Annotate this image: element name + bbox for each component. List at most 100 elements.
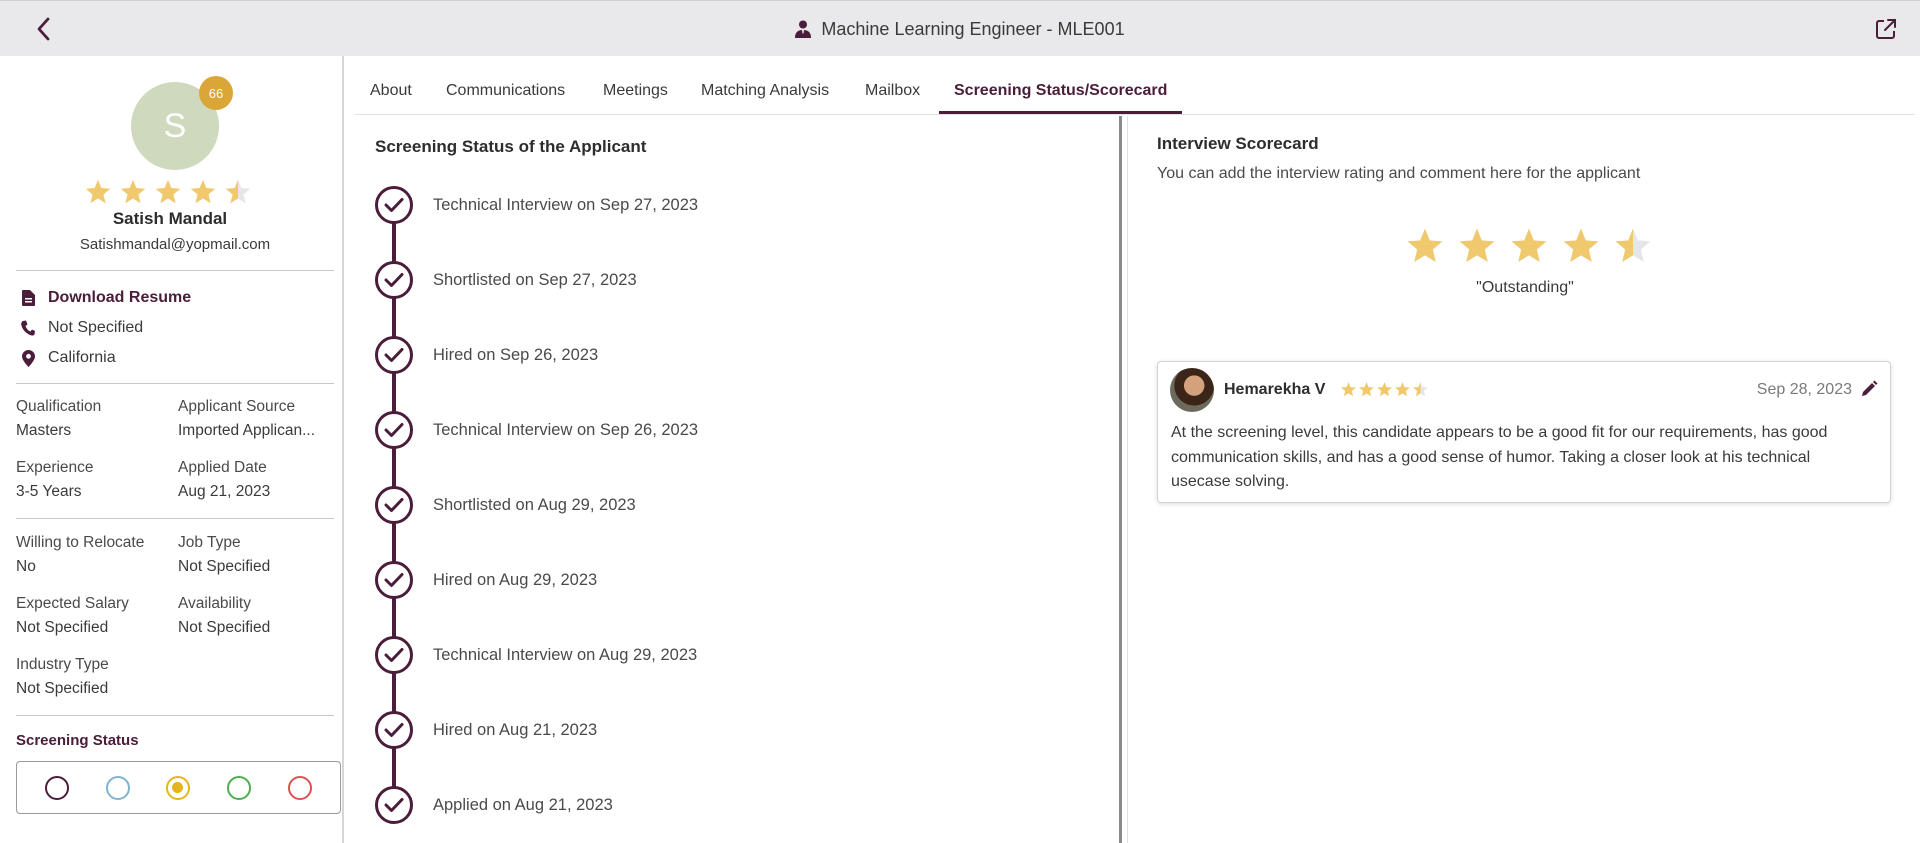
star-icon	[1359, 382, 1374, 397]
timeline-item: Hired on Sep 26, 2023	[375, 336, 598, 374]
divider	[16, 383, 334, 384]
applicant-source-field: Applicant Source Imported Applican...	[178, 398, 338, 440]
expected-salary-label: Expected Salary	[16, 595, 129, 612]
header-title-group: Machine Learning Engineer - MLE001	[0, 1, 1920, 57]
timeline-title: Screening Status of the Applicant	[375, 137, 647, 156]
timeline-item-label: Hired on Aug 21, 2023	[433, 720, 598, 739]
reviewer-avatar	[1170, 368, 1214, 412]
experience-value: 3-5 Years	[16, 483, 82, 500]
availability-field: Availability Not Specified	[178, 595, 270, 637]
star-icon	[1395, 382, 1410, 397]
review-card: Hemarekha V Sep 28, 2023 At the screenin…	[1157, 361, 1891, 503]
industry-type-field: Industry Type Not Specified	[16, 656, 109, 698]
star-icon	[1413, 382, 1428, 397]
status-option[interactable]	[166, 775, 191, 800]
applied-date-field: Applied Date Aug 21, 2023	[178, 459, 270, 501]
relocate-value: No	[16, 558, 36, 575]
timeline-item: Technical Interview on Sep 26, 2023	[375, 411, 698, 449]
availability-value: Not Specified	[178, 619, 271, 636]
job-type-value: Not Specified	[178, 558, 271, 575]
phone-icon	[20, 319, 36, 337]
star-icon[interactable]	[1405, 226, 1445, 266]
tab-matching-analysis[interactable]: Matching Analysis	[701, 56, 829, 115]
scorecard-rating-input[interactable]	[1405, 226, 1653, 266]
check-circle-icon	[375, 336, 413, 374]
star-icon[interactable]	[1509, 226, 1549, 266]
rating-label: "Outstanding"	[1476, 279, 1574, 296]
open-external-button[interactable]	[1874, 17, 1898, 41]
status-option[interactable]	[45, 775, 70, 800]
location-pin-icon	[20, 349, 36, 367]
check-circle-icon	[375, 786, 413, 824]
screening-status-selector	[16, 761, 341, 814]
reviewer-name: Hemarekha V	[1224, 381, 1326, 398]
check-circle-icon	[375, 486, 413, 524]
status-option[interactable]	[287, 775, 312, 800]
tab-communications[interactable]: Communications	[446, 56, 565, 115]
star-icon	[1377, 382, 1392, 397]
status-option[interactable]	[227, 775, 252, 800]
review-rating-stars	[1340, 381, 1429, 398]
tab-meetings[interactable]: Meetings	[603, 56, 668, 115]
star-icon	[1341, 382, 1356, 397]
timeline-item: Applied on Aug 21, 2023	[375, 786, 613, 824]
candidate-rating-stars	[84, 178, 252, 206]
applied-date-label: Applied Date	[178, 459, 267, 476]
check-circle-icon	[375, 711, 413, 749]
check-circle-icon	[375, 561, 413, 599]
candidate-email: Satishmandal@yopmail.com	[79, 236, 271, 253]
phone-row: Not Specified	[20, 319, 143, 337]
expected-salary-value: Not Specified	[16, 619, 109, 636]
timeline-item: Technical Interview on Aug 29, 2023	[375, 636, 697, 674]
check-circle-icon	[375, 636, 413, 674]
check-circle-icon	[375, 411, 413, 449]
panel-divider-edge	[1127, 116, 1128, 843]
relocate-field: Willing to Relocate No	[16, 534, 144, 576]
job-type-label: Job Type	[178, 534, 241, 551]
scorecard-description: You can add the interview rating and com…	[1157, 165, 1641, 182]
candidate-name: Satish Mandal	[112, 209, 228, 228]
experience-field: Experience 3-5 Years	[16, 459, 94, 501]
relocate-label: Willing to Relocate	[16, 534, 145, 551]
industry-type-value: Not Specified	[16, 680, 109, 697]
star-icon[interactable]	[1457, 226, 1497, 266]
edit-review-button[interactable]	[1860, 380, 1878, 398]
star-icon	[190, 179, 216, 204]
download-resume-label[interactable]: Download Resume	[48, 289, 191, 307]
timeline-item-label: Applied on Aug 21, 2023	[433, 795, 613, 814]
timeline-item: Shortlisted on Sep 27, 2023	[375, 261, 637, 299]
divider	[16, 270, 334, 271]
tab-about[interactable]: About	[370, 56, 412, 115]
star-icon	[225, 179, 251, 204]
review-comment: At the screening level, this candidate a…	[1171, 424, 1828, 490]
panel-divider[interactable]	[1119, 116, 1122, 843]
star-icon[interactable]	[1561, 226, 1601, 266]
timeline-item-label: Technical Interview on Sep 26, 2023	[433, 420, 699, 439]
timeline-item-label: Hired on Sep 26, 2023	[433, 345, 599, 364]
applicant-source-label: Applicant Source	[178, 398, 296, 415]
check-circle-icon	[375, 261, 413, 299]
availability-label: Availability	[178, 595, 251, 612]
location-row: California	[20, 349, 116, 367]
timeline-item: Technical Interview on Sep 27, 2023	[375, 186, 698, 224]
download-resume-link[interactable]: Download Resume	[20, 289, 191, 307]
experience-label: Experience	[16, 459, 94, 476]
file-icon	[20, 289, 36, 307]
status-option[interactable]	[105, 775, 130, 800]
star-icon[interactable]	[1613, 226, 1653, 266]
candidate-sidebar: S 66 Satish Mandal Satishmandal@yopmail.…	[0, 56, 344, 843]
applicant-source-value: Imported Applican...	[178, 422, 315, 439]
tab-bar: About Communications Meetings Matching A…	[355, 56, 1915, 115]
tab-mailbox[interactable]: Mailbox	[865, 56, 920, 115]
tab-screening-status-scorecard[interactable]: Screening Status/Scorecard	[954, 56, 1167, 115]
timeline-item-label: Shortlisted on Aug 29, 2023	[433, 495, 636, 514]
qualification-value: Masters	[16, 422, 72, 439]
review-date: Sep 28, 2023	[1756, 381, 1852, 398]
star-icon	[155, 179, 181, 204]
external-link-icon	[1876, 19, 1896, 39]
scorecard-title: Interview Scorecard	[1157, 134, 1319, 153]
check-circle-icon	[375, 186, 413, 224]
timeline-item-label: Technical Interview on Sep 27, 2023	[433, 195, 699, 214]
active-tab-indicator	[939, 111, 1182, 114]
timeline-item: Shortlisted on Aug 29, 2023	[375, 486, 636, 524]
